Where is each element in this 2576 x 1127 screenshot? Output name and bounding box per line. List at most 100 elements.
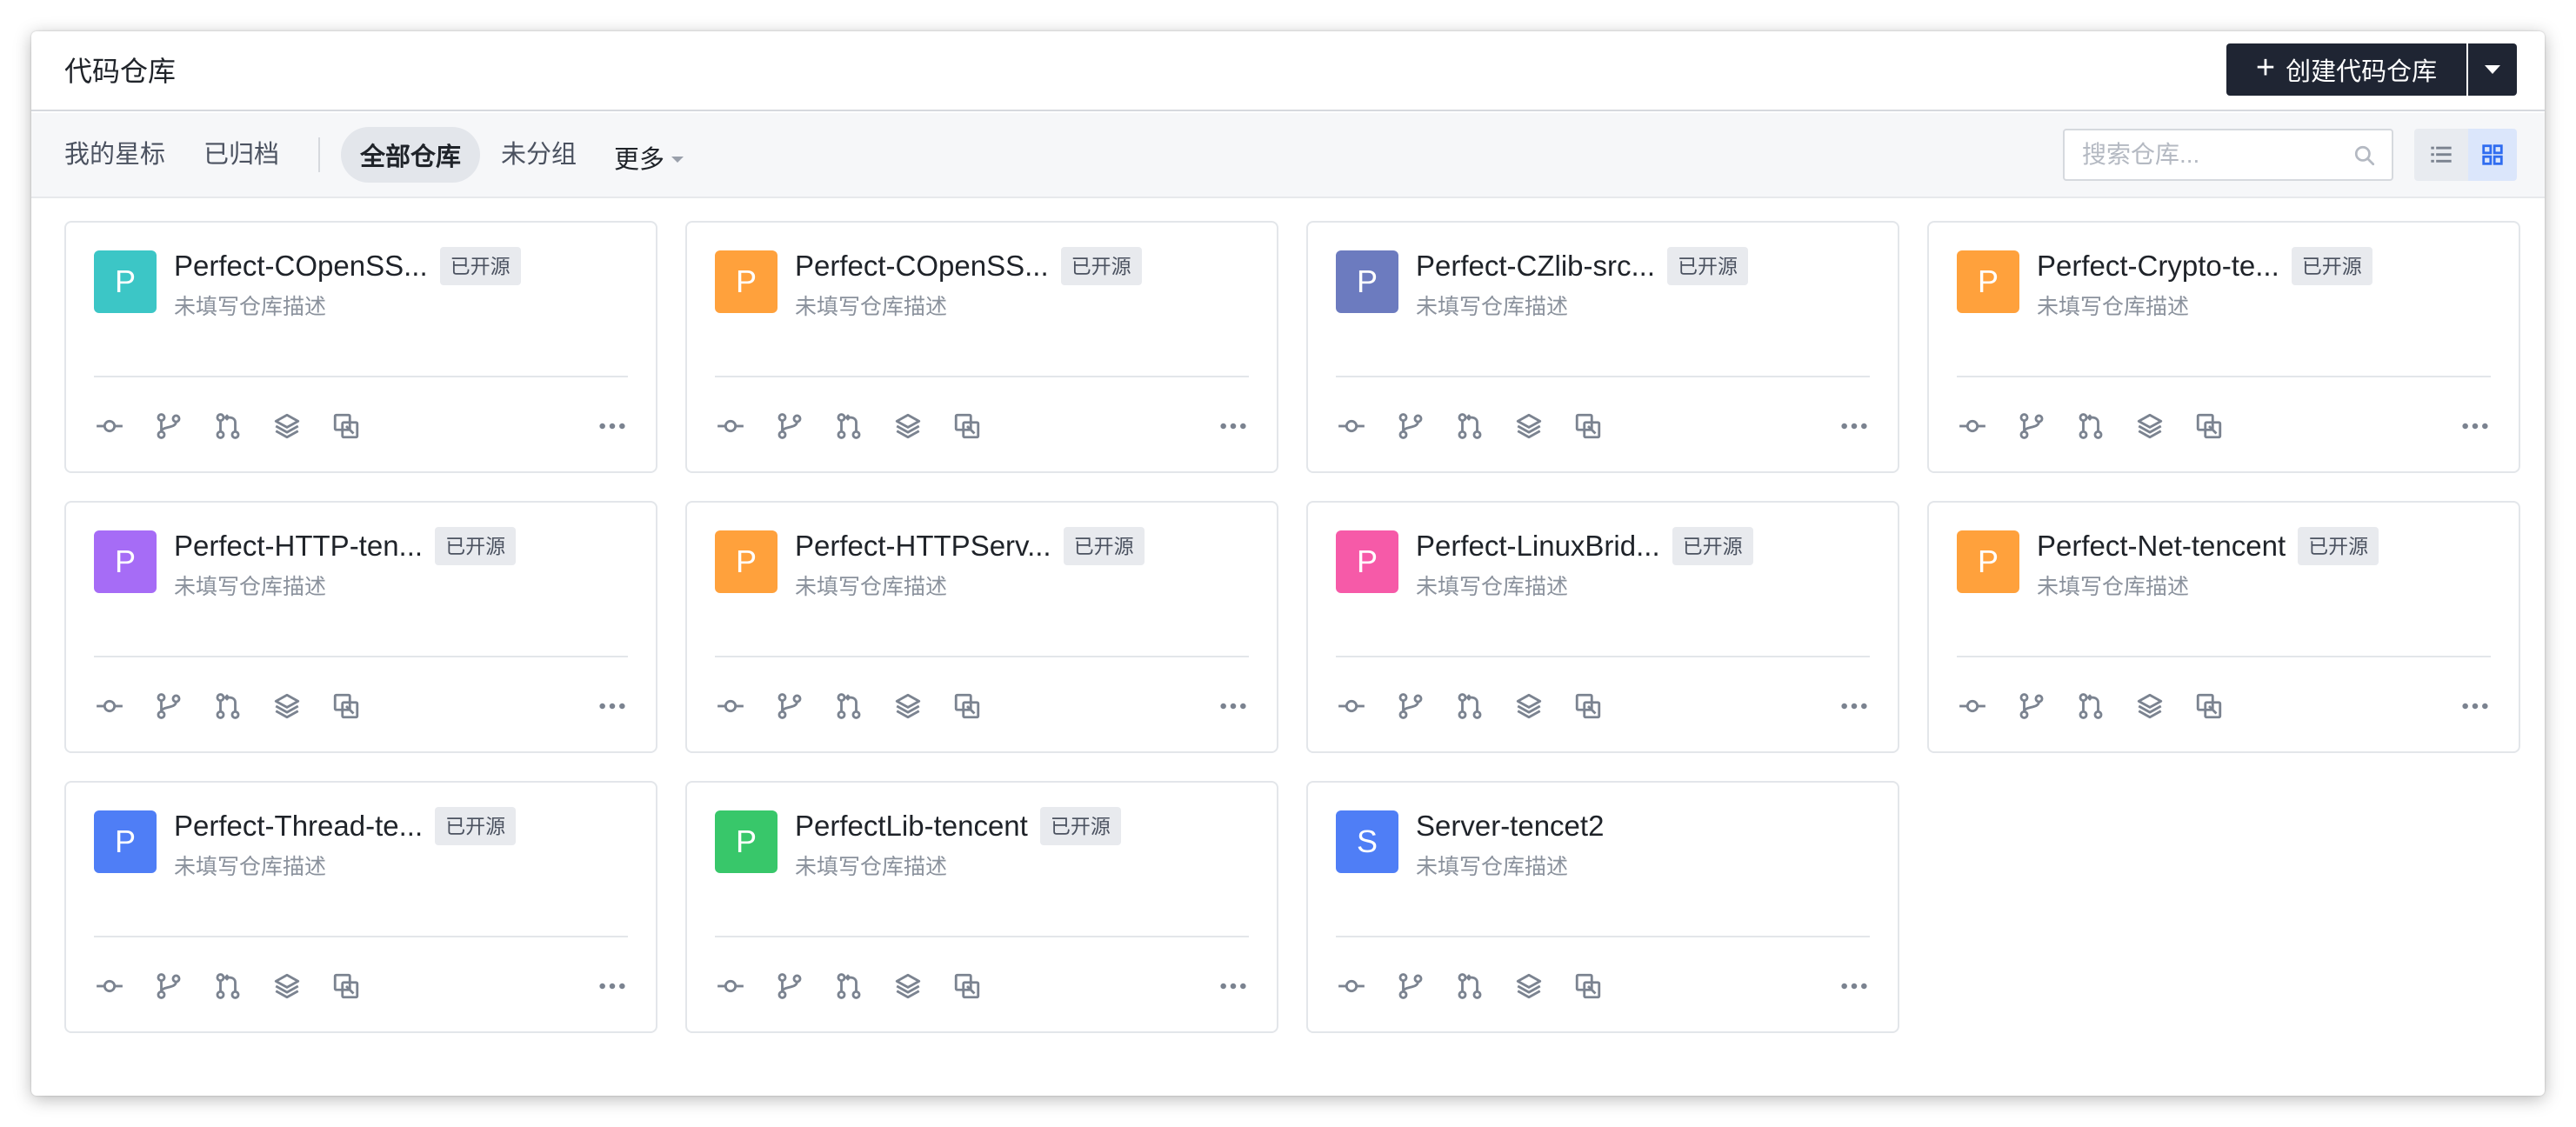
commit-icon[interactable] (94, 970, 125, 1002)
merge-request-icon[interactable] (212, 970, 244, 1002)
create-repo-button[interactable]: + 创建代码仓库 (2226, 43, 2466, 96)
merge-request-icon[interactable] (833, 690, 864, 722)
repo-name[interactable]: Perfect-LinuxBrid... (1416, 529, 1660, 564)
list-view-button[interactable] (2414, 129, 2468, 181)
layers-icon[interactable] (2134, 410, 2166, 442)
branch-icon[interactable] (153, 970, 184, 1002)
layers-icon[interactable] (271, 690, 303, 722)
commit-icon[interactable] (1336, 690, 1367, 722)
more-icon[interactable] (1218, 410, 1249, 442)
copy-icon[interactable] (951, 970, 983, 1002)
repo-name[interactable]: Perfect-Crypto-te... (2037, 249, 2279, 283)
repo-card[interactable]: P PerfectLib-tencent 已开源 未填写仓库描述 (685, 781, 1278, 1033)
layers-icon[interactable] (271, 970, 303, 1002)
commit-icon[interactable] (1957, 690, 1988, 722)
repo-name[interactable]: Perfect-COpenSS... (795, 249, 1049, 283)
repo-card[interactable]: P Perfect-CZlib-src... 已开源 未填写仓库描述 (1306, 221, 1899, 473)
more-icon[interactable] (1839, 970, 1870, 1002)
tab-archived[interactable]: 已归档 (204, 139, 279, 170)
commit-icon[interactable] (1336, 410, 1367, 442)
branch-icon[interactable] (774, 970, 805, 1002)
merge-request-icon[interactable] (1454, 970, 1485, 1002)
merge-request-icon[interactable] (212, 690, 244, 722)
branch-icon[interactable] (774, 690, 805, 722)
layers-icon[interactable] (892, 410, 924, 442)
repo-card[interactable]: P Perfect-COpenSS... 已开源 未填写仓库描述 (64, 221, 657, 473)
repo-card[interactable]: S Server-tencet2 未填写仓库描述 (1306, 781, 1899, 1033)
layers-icon[interactable] (892, 970, 924, 1002)
layers-icon[interactable] (1513, 690, 1545, 722)
repo-card[interactable]: P Perfect-Net-tencent 已开源 未填写仓库描述 (1927, 501, 2520, 753)
branch-icon[interactable] (2016, 410, 2047, 442)
commit-icon[interactable] (94, 690, 125, 722)
branch-icon[interactable] (1395, 410, 1426, 442)
search-icon[interactable] (2353, 144, 2376, 167)
branch-icon[interactable] (1395, 690, 1426, 722)
tab-all-repos[interactable]: 全部仓库 (341, 127, 480, 183)
commit-icon[interactable] (1957, 410, 1988, 442)
tab-starred[interactable]: 我的星标 (64, 139, 165, 170)
repo-name[interactable]: Perfect-HTTP-ten... (174, 529, 423, 564)
repo-card[interactable]: P Perfect-HTTPServ... 已开源 未填写仓库描述 (685, 501, 1278, 753)
branch-icon[interactable] (1395, 970, 1426, 1002)
copy-icon[interactable] (2193, 410, 2225, 442)
branch-icon[interactable] (153, 690, 184, 722)
repo-card[interactable]: P Perfect-LinuxBrid... 已开源 未填写仓库描述 (1306, 501, 1899, 753)
repo-title-row: Perfect-HTTPServ... 已开源 (795, 527, 1259, 565)
repo-name[interactable]: Server-tencet2 (1416, 809, 1604, 844)
merge-request-icon[interactable] (833, 970, 864, 1002)
more-icon[interactable] (2459, 410, 2491, 442)
merge-request-icon[interactable] (1454, 690, 1485, 722)
repo-name[interactable]: Perfect-Net-tencent (2037, 529, 2286, 564)
copy-icon[interactable] (951, 410, 983, 442)
merge-request-icon[interactable] (2075, 690, 2106, 722)
copy-icon[interactable] (330, 970, 362, 1002)
more-icon[interactable] (2459, 690, 2491, 722)
repo-card[interactable]: P Perfect-Crypto-te... 已开源 未填写仓库描述 (1927, 221, 2520, 473)
copy-icon[interactable] (2193, 690, 2225, 722)
commit-icon[interactable] (715, 970, 746, 1002)
tab-ungrouped[interactable]: 未分组 (501, 139, 577, 170)
branch-icon[interactable] (774, 410, 805, 442)
repo-name[interactable]: PerfectLib-tencent (795, 809, 1028, 844)
copy-icon[interactable] (330, 410, 362, 442)
layers-icon[interactable] (1513, 410, 1545, 442)
grid-view-button[interactable] (2468, 129, 2517, 181)
repo-name[interactable]: Perfect-HTTPServ... (795, 529, 1051, 564)
more-icon[interactable] (1218, 690, 1249, 722)
layers-icon[interactable] (2134, 690, 2166, 722)
more-icon[interactable] (1218, 970, 1249, 1002)
create-repo-dropdown-button[interactable] (2468, 43, 2517, 96)
copy-icon[interactable] (1572, 410, 1604, 442)
tab-more[interactable]: 更多 (614, 139, 684, 176)
commit-icon[interactable] (94, 410, 125, 442)
repo-card[interactable]: P Perfect-Thread-te... 已开源 未填写仓库描述 (64, 781, 657, 1033)
commit-icon[interactable] (1336, 970, 1367, 1002)
commit-icon[interactable] (715, 690, 746, 722)
more-icon[interactable] (597, 690, 628, 722)
merge-request-icon[interactable] (2075, 410, 2106, 442)
more-icon[interactable] (1839, 690, 1870, 722)
copy-icon[interactable] (951, 690, 983, 722)
commit-icon[interactable] (715, 410, 746, 442)
repo-name[interactable]: Perfect-Thread-te... (174, 809, 423, 844)
layers-icon[interactable] (892, 690, 924, 722)
repo-card[interactable]: P Perfect-HTTP-ten... 已开源 未填写仓库描述 (64, 501, 657, 753)
branch-icon[interactable] (2016, 690, 2047, 722)
copy-icon[interactable] (1572, 970, 1604, 1002)
branch-icon[interactable] (153, 410, 184, 442)
more-icon[interactable] (597, 410, 628, 442)
search-input[interactable] (2065, 130, 2334, 179)
merge-request-icon[interactable] (1454, 410, 1485, 442)
copy-icon[interactable] (1572, 690, 1604, 722)
layers-icon[interactable] (1513, 970, 1545, 1002)
more-icon[interactable] (597, 970, 628, 1002)
merge-request-icon[interactable] (212, 410, 244, 442)
layers-icon[interactable] (271, 410, 303, 442)
copy-icon[interactable] (330, 690, 362, 722)
repo-name[interactable]: Perfect-COpenSS... (174, 249, 428, 283)
repo-name[interactable]: Perfect-CZlib-src... (1416, 249, 1655, 283)
more-icon[interactable] (1839, 410, 1870, 442)
repo-card[interactable]: P Perfect-COpenSS... 已开源 未填写仓库描述 (685, 221, 1278, 473)
merge-request-icon[interactable] (833, 410, 864, 442)
